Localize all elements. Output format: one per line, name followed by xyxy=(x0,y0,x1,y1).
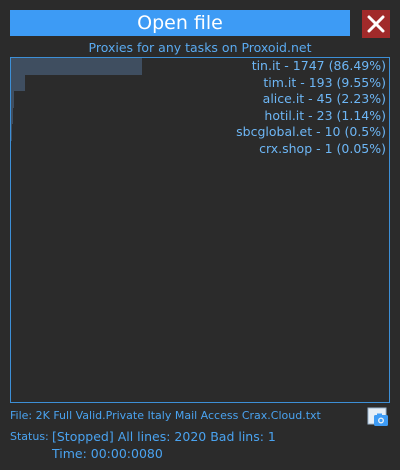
percentage-bar xyxy=(11,58,142,75)
percentage-bar xyxy=(11,124,12,141)
open-file-button[interactable]: Open file xyxy=(10,10,350,36)
list-item[interactable]: hotil.it - 23 (1.14%) xyxy=(11,107,389,124)
file-name-text: File: 2K Full Valid.Private Italy Mail A… xyxy=(10,409,321,422)
list-item[interactable]: tin.it - 1747 (86.49%) xyxy=(11,58,389,75)
close-icon xyxy=(367,15,385,33)
percentage-bar xyxy=(11,74,26,91)
list-item-label: sbcglobal.et - 10 (0.5%) xyxy=(236,124,386,139)
domain-list[interactable]: tin.it - 1747 (86.49%) tim.it - 193 (9.55… xyxy=(10,57,390,403)
camera-icon xyxy=(367,407,388,426)
percentage-bar xyxy=(11,91,15,108)
screenshot-button[interactable] xyxy=(366,404,390,428)
percentage-bar xyxy=(11,107,13,124)
top-bar: Open file xyxy=(10,10,350,36)
time-text: Time: 00:00:0080 xyxy=(52,446,163,461)
subtitle: Proxies for any tasks on Proxoid.net xyxy=(88,40,312,55)
list-item[interactable]: tim.it - 193 (9.55%) xyxy=(11,74,389,91)
list-item-label: hotil.it - 23 (1.14%) xyxy=(264,107,386,123)
status-label: Status: xyxy=(10,430,49,443)
list-item-label: alice.it - 45 (2.23%) xyxy=(262,91,386,106)
list-item-label: tim.it - 193 (9.55%) xyxy=(263,74,386,90)
list-item-label: tin.it - 1747 (86.49%) xyxy=(251,58,386,73)
list-item-label: crx.shop - 1 (0.05%) xyxy=(259,140,386,156)
list-item[interactable]: crx.shop - 1 (0.05%) xyxy=(11,140,389,157)
list-item[interactable]: sbcglobal.et - 10 (0.5%) xyxy=(11,124,389,141)
status-text: [Stopped] All lines: 2020 Bad lins: 1 xyxy=(52,429,276,444)
close-button[interactable] xyxy=(362,10,390,38)
list-item[interactable]: alice.it - 45 (2.23%) xyxy=(11,91,389,108)
